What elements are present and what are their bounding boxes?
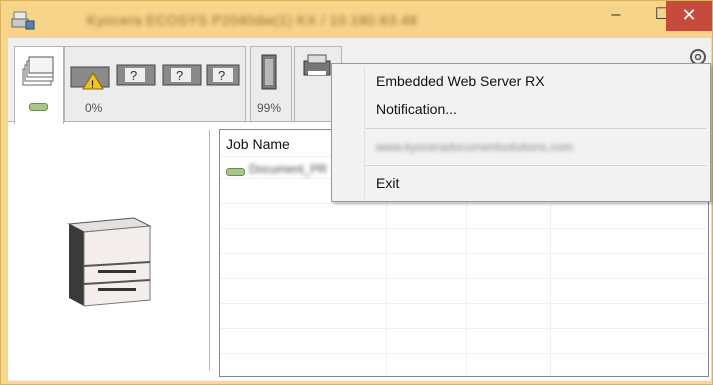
menu-item-url[interactable]: www.kyoceradocumentsolutions.com xyxy=(376,140,573,154)
grid-line xyxy=(220,228,708,229)
paper-tray-icon xyxy=(261,54,277,90)
minimize-button[interactable]: – xyxy=(593,1,639,31)
tab-toner[interactable]: ? ? ? ! 0% xyxy=(64,46,246,121)
menu-separator xyxy=(366,165,706,166)
toner-cartridges-icon: ? ? ? ! xyxy=(70,64,240,91)
svg-text:!: ! xyxy=(91,79,94,91)
toner-level: 0% xyxy=(85,101,103,115)
grid-line xyxy=(220,328,708,329)
status-led-icon xyxy=(29,103,48,111)
window-title: Kyocera ECOSYS P2040dw(1) KX / 10.180.63… xyxy=(87,12,418,28)
printer-device-icon xyxy=(303,54,331,76)
grid-line xyxy=(386,178,387,376)
tab-paper[interactable]: 99% xyxy=(250,46,292,121)
menu-item-exit[interactable]: Exit xyxy=(376,175,399,191)
printer-image xyxy=(67,217,152,307)
tab-jobs[interactable] xyxy=(14,46,64,124)
svg-text:?: ? xyxy=(176,68,183,83)
grid-line xyxy=(220,253,708,254)
menu-gutter xyxy=(364,66,365,199)
menu-item-web-server[interactable]: Embedded Web Server RX xyxy=(376,73,545,89)
grid-line xyxy=(220,278,708,279)
printer-app-icon xyxy=(11,11,35,30)
svg-text:?: ? xyxy=(130,68,137,83)
grid-line xyxy=(220,303,708,304)
menu-separator xyxy=(366,128,706,129)
column-header-job-name[interactable]: Job Name xyxy=(226,136,290,152)
close-button[interactable]: ✕ xyxy=(666,1,712,31)
grid-line xyxy=(550,178,551,376)
svg-text:?: ? xyxy=(218,68,225,83)
grid-line xyxy=(466,178,467,376)
job-status-icon xyxy=(226,168,245,176)
menu-item-notification[interactable]: Notification... xyxy=(376,101,457,117)
job-name-cell[interactable]: Document_PR xyxy=(249,162,327,176)
grid-line xyxy=(220,353,708,354)
context-menu: Embedded Web Server RX Notification... w… xyxy=(331,63,711,202)
paper-level: 99% xyxy=(257,101,282,115)
title-bar[interactable]: Kyocera ECOSYS P2040dw(1) KX / 10.180.63… xyxy=(1,1,712,39)
tab-strip: ? ? ? ! 0% 99% xyxy=(8,46,342,124)
panel-divider[interactable] xyxy=(209,130,210,370)
job-list-icon xyxy=(22,56,54,86)
grid-line xyxy=(220,203,708,204)
